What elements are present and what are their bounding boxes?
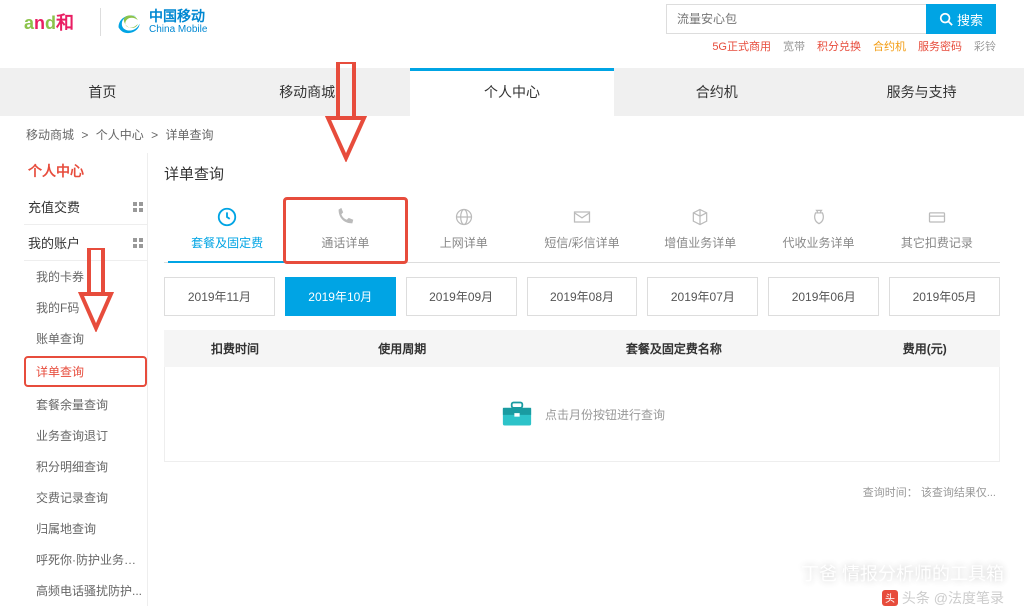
nav-personal-center[interactable]: 个人中心 xyxy=(410,68,615,116)
card-icon xyxy=(926,206,948,228)
empty-state: 点击月份按钮进行查询 xyxy=(164,367,1000,462)
grid-icon xyxy=(133,238,143,248)
nav-home[interactable]: 首页 xyxy=(0,68,205,116)
search-button[interactable]: 搜索 xyxy=(926,4,996,34)
month-option[interactable]: 2019年10月 xyxy=(285,277,396,316)
th-fee: 费用(元) xyxy=(849,340,999,357)
hot-link[interactable]: 积分兑换 xyxy=(817,38,861,54)
detail-tabs: 套餐及固定费 通话详单 上网详单 短信/彩信详单 增值业务详单 代收业务详单 xyxy=(164,200,1000,263)
phone-icon xyxy=(334,206,356,228)
hot-links: 5G正式商用 宽带 积分兑换 合约机 服务密码 彩铃 xyxy=(712,38,996,54)
sidebar-item-husini[interactable]: 呼死你·防护业务设置 xyxy=(24,544,147,575)
watermark-wechat: 丁爸 情报分析师的工具箱 xyxy=(773,560,1004,586)
month-option[interactable]: 2019年09月 xyxy=(406,277,517,316)
sidebar-item-plan-balance[interactable]: 套餐余量查询 xyxy=(24,389,147,420)
th-name: 套餐及固定费名称 xyxy=(498,340,849,357)
search-icon xyxy=(939,12,953,26)
hot-link[interactable]: 彩铃 xyxy=(974,38,996,54)
sidebar-item-service-cancel[interactable]: 业务查询退订 xyxy=(24,420,147,451)
tab-call-detail[interactable]: 通话详单 xyxy=(283,197,407,264)
th-time: 扣费时间 xyxy=(164,340,306,357)
brand-en: China Mobile xyxy=(149,24,207,35)
brand-logo-and: and和 xyxy=(24,9,74,35)
table-header: 扣费时间 使用周期 套餐及固定费名称 费用(元) xyxy=(164,330,1000,367)
tab-data-detail[interactable]: 上网详单 xyxy=(405,200,523,262)
sidebar-title: 个人中心 xyxy=(24,153,147,189)
toutiao-icon: 头 xyxy=(882,590,898,606)
th-period: 使用周期 xyxy=(306,340,498,357)
globe-icon xyxy=(453,206,475,228)
sidebar-item-detail-query[interactable]: 详单查询 xyxy=(24,356,147,387)
grid-icon xyxy=(133,202,143,212)
sidebar-item-points[interactable]: 积分明细查询 xyxy=(24,451,147,482)
month-option[interactable]: 2019年08月 xyxy=(527,277,638,316)
annotation-arrow-icon xyxy=(78,248,114,332)
tab-sms-detail[interactable]: 短信/彩信详单 xyxy=(523,200,641,262)
mail-icon xyxy=(571,206,593,228)
month-option[interactable]: 2019年05月 xyxy=(889,277,1000,316)
sidebar-item-spam-protect[interactable]: 高频电话骚扰防护... xyxy=(24,575,147,606)
svg-text:头: 头 xyxy=(885,593,895,605)
sidebar: 个人中心 充值交费 我的账户 我的卡券 我的F码 账单查询 详单查询 套餐余量查… xyxy=(24,153,148,606)
month-option[interactable]: 2019年06月 xyxy=(768,277,879,316)
tab-collection-detail[interactable]: 代收业务详单 xyxy=(759,200,877,262)
tab-vas-detail[interactable]: 增值业务详单 xyxy=(641,200,759,262)
briefcase-icon xyxy=(499,399,535,429)
china-mobile-icon xyxy=(115,8,143,36)
page-title: 详单查询 xyxy=(164,153,1000,200)
hot-link[interactable]: 5G正式商用 xyxy=(712,38,771,54)
sidebar-group-recharge[interactable]: 充值交费 xyxy=(24,189,147,225)
main-nav: 首页 移动商城 个人中心 合约机 服务与支持 xyxy=(0,68,1024,116)
watermark-toutiao: 头 头条 @法度笔录 xyxy=(882,588,1004,608)
month-selector: 2019年11月 2019年10月 2019年09月 2019年08月 2019… xyxy=(164,277,1000,316)
brand-cn: 中国移动 xyxy=(149,9,207,24)
hot-link[interactable]: 合约机 xyxy=(873,38,906,54)
tab-package-fee[interactable]: 套餐及固定费 xyxy=(168,200,286,263)
wechat-icon xyxy=(773,562,795,584)
month-option[interactable]: 2019年07月 xyxy=(647,277,758,316)
tab-other-fee[interactable]: 其它扣费记录 xyxy=(878,200,996,262)
money-bag-icon xyxy=(808,206,830,228)
sidebar-item-payment-record[interactable]: 交费记录查询 xyxy=(24,482,147,513)
sidebar-item-location[interactable]: 归属地查询 xyxy=(24,513,147,544)
hot-link[interactable]: 服务密码 xyxy=(918,38,962,54)
breadcrumb: 移动商城 > 个人中心 > 详单查询 xyxy=(0,116,1024,153)
hot-link[interactable]: 宽带 xyxy=(783,38,805,54)
nav-support[interactable]: 服务与支持 xyxy=(819,68,1024,116)
annotation-arrow-icon xyxy=(324,62,368,162)
clock-icon xyxy=(216,206,238,228)
brand-logo-china-mobile: 中国移动 China Mobile xyxy=(115,8,207,36)
nav-mall[interactable]: 移动商城 xyxy=(205,68,410,116)
search-input[interactable] xyxy=(666,4,926,34)
month-option[interactable]: 2019年11月 xyxy=(164,277,275,316)
cube-icon xyxy=(689,206,711,228)
divider xyxy=(100,8,101,36)
nav-contract[interactable]: 合约机 xyxy=(614,68,819,116)
query-time-footer: 查询时间： 该查询结果仅... xyxy=(164,462,1000,500)
